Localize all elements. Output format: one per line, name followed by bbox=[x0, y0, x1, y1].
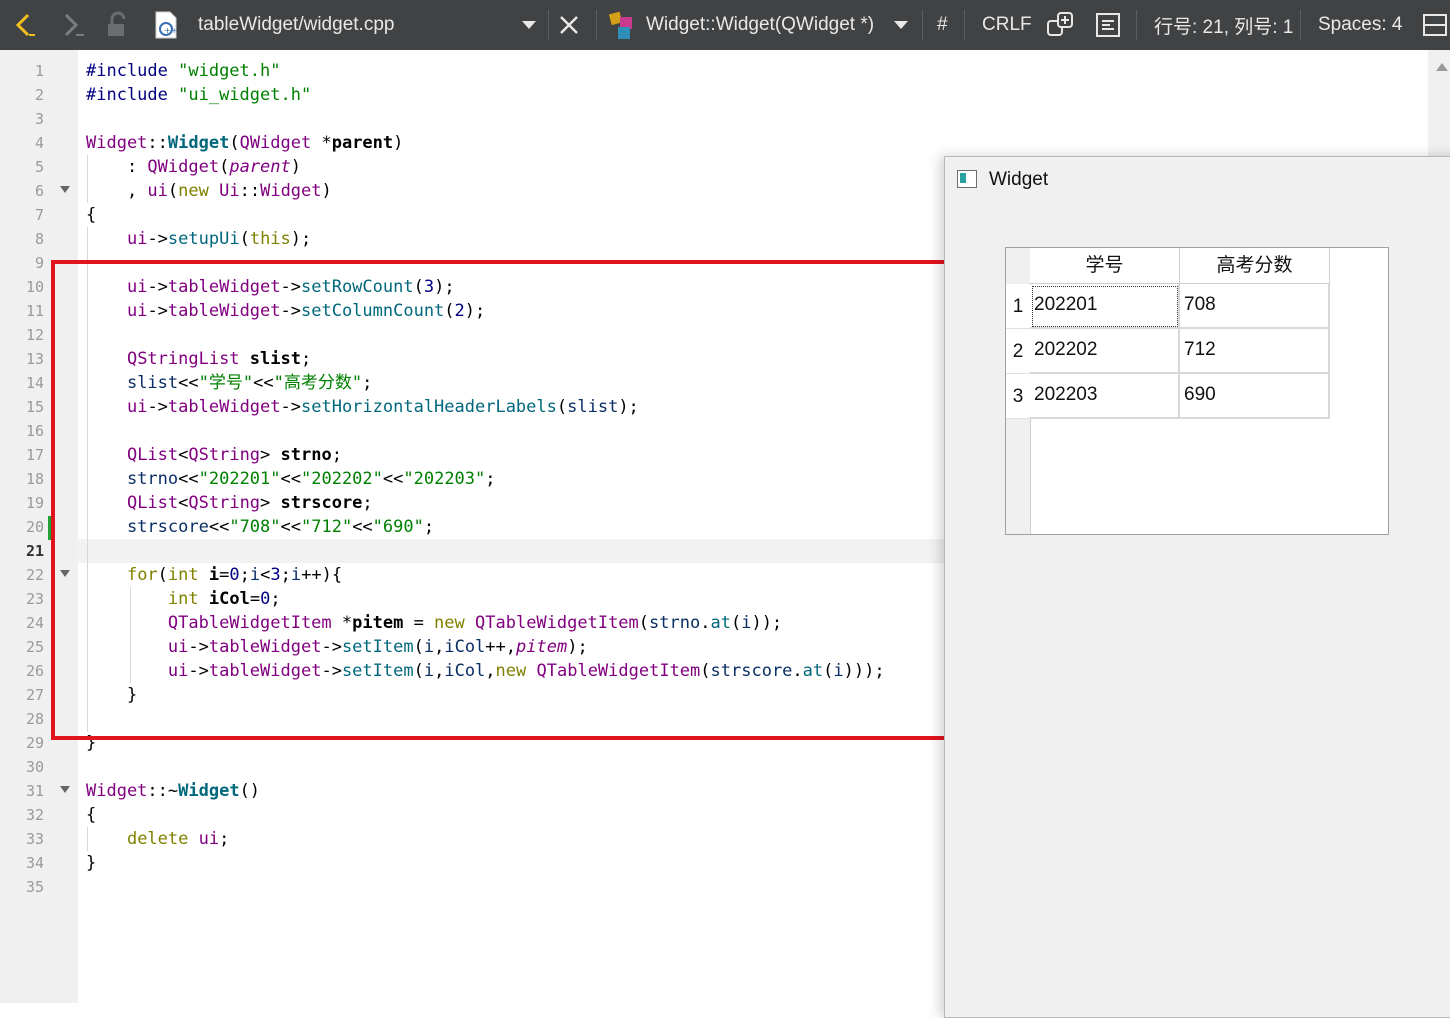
widget-window[interactable]: Widget 学号 高考分数 1 2 3 202201 708 202202 7… bbox=[944, 156, 1450, 1018]
fold-arrow-icon[interactable] bbox=[60, 186, 70, 193]
line-number: 18 bbox=[25, 470, 44, 488]
table-cell[interactable]: 202201 bbox=[1030, 284, 1180, 329]
line-number: 17 bbox=[25, 446, 44, 464]
line-number: 26 bbox=[25, 662, 44, 680]
table-cell[interactable]: 202202 bbox=[1030, 329, 1180, 374]
line-number: 22 bbox=[25, 566, 44, 584]
line-number: 3 bbox=[34, 110, 44, 128]
hash-indicator[interactable]: # bbox=[937, 0, 948, 50]
code-line-1: #include "widget.h" bbox=[86, 61, 281, 81]
row-header[interactable]: 2 bbox=[1006, 329, 1030, 374]
line-number: 14 bbox=[25, 374, 44, 392]
code-line-4: Widget::Widget(QWidget *parent) bbox=[86, 133, 404, 153]
encoding-icon[interactable] bbox=[1044, 0, 1080, 50]
line-number: 25 bbox=[25, 638, 44, 656]
code-line-34: } bbox=[86, 853, 97, 873]
line-number: 11 bbox=[25, 302, 44, 320]
file-dropdown-chevron-icon[interactable] bbox=[520, 0, 544, 50]
line-number: 7 bbox=[34, 206, 44, 224]
lock-icon[interactable] bbox=[104, 0, 134, 50]
svg-text:++: ++ bbox=[164, 26, 177, 35]
line-number: 32 bbox=[25, 806, 44, 824]
code-line-6: , ui(new Ui::Widget) bbox=[86, 181, 332, 201]
table-cell[interactable]: 690 bbox=[1180, 374, 1330, 419]
table-cell[interactable]: 708 bbox=[1180, 284, 1330, 329]
code-line-7: { bbox=[86, 205, 97, 225]
line-number: 9 bbox=[34, 254, 44, 272]
line-number: 31 bbox=[25, 782, 44, 800]
line-number: 23 bbox=[25, 590, 44, 608]
line-number: 19 bbox=[25, 494, 44, 512]
highlight-annotation-box bbox=[51, 260, 951, 740]
column-header-student-no[interactable]: 学号 bbox=[1030, 248, 1180, 284]
row-header-filler bbox=[1006, 419, 1031, 534]
cursor-position[interactable]: 行号: 21, 列号: 1 bbox=[1154, 0, 1293, 50]
window-title: Widget bbox=[989, 169, 1049, 190]
line-number: 1 bbox=[34, 62, 44, 80]
line-number: 35 bbox=[25, 878, 44, 896]
row-header[interactable]: 1 bbox=[1006, 284, 1030, 329]
code-line-31: Widget::~Widget() bbox=[86, 781, 261, 801]
current-symbol[interactable]: Widget::Widget(QWidget *) bbox=[646, 0, 874, 50]
column-header-score[interactable]: 高考分数 bbox=[1180, 248, 1330, 284]
editor-toolbar: ++ tableWidget/widget.cpp Widget::Widget… bbox=[0, 0, 1450, 50]
line-ending-selector[interactable]: CRLF bbox=[982, 0, 1032, 50]
window-app-icon bbox=[957, 170, 977, 188]
line-number: 2 bbox=[34, 86, 44, 104]
back-arrow-icon[interactable] bbox=[10, 0, 46, 50]
symbol-icon bbox=[606, 0, 642, 50]
cpp-file-icon: ++ bbox=[152, 0, 184, 50]
code-line-32: { bbox=[86, 805, 97, 825]
indent-setting[interactable]: Spaces: 4 bbox=[1318, 0, 1403, 50]
line-number: 16 bbox=[25, 422, 44, 440]
line-number: 12 bbox=[25, 326, 44, 344]
line-number: 5 bbox=[34, 158, 44, 176]
line-number: 30 bbox=[25, 758, 44, 776]
line-number: 27 bbox=[25, 686, 44, 704]
forward-arrow-icon[interactable] bbox=[58, 0, 94, 50]
line-number: 10 bbox=[25, 278, 44, 296]
line-number: 13 bbox=[25, 350, 44, 368]
line-number-current: 21 bbox=[25, 542, 44, 560]
line-number: 6 bbox=[34, 182, 44, 200]
outline-icon[interactable] bbox=[1094, 0, 1126, 50]
fold-arrow-icon[interactable] bbox=[60, 786, 70, 793]
table-widget[interactable]: 学号 高考分数 1 2 3 202201 708 202202 712 2022… bbox=[1005, 247, 1389, 535]
line-number: 24 bbox=[25, 614, 44, 632]
row-header[interactable]: 3 bbox=[1006, 374, 1030, 419]
split-view-icon[interactable] bbox=[1420, 0, 1450, 50]
line-number: 8 bbox=[34, 230, 44, 248]
line-number: 33 bbox=[25, 830, 44, 848]
code-line-2: #include "ui_widget.h" bbox=[86, 85, 312, 105]
table-corner-button[interactable] bbox=[1006, 248, 1031, 285]
line-number: 28 bbox=[25, 710, 44, 728]
line-number: 34 bbox=[25, 854, 44, 872]
code-line-33: delete ui; bbox=[126, 829, 230, 849]
line-number: 4 bbox=[34, 134, 44, 152]
symbol-dropdown-chevron-icon[interactable] bbox=[892, 0, 916, 50]
line-number: 20 bbox=[25, 518, 44, 536]
table-cell[interactable]: 202203 bbox=[1030, 374, 1180, 419]
window-title-bar[interactable]: Widget bbox=[945, 157, 1450, 203]
close-document-icon[interactable] bbox=[558, 0, 586, 50]
code-line-8: ui->setupUi(this); bbox=[126, 229, 312, 249]
line-number: 15 bbox=[25, 398, 44, 416]
scroll-up-arrow-icon[interactable] bbox=[1436, 63, 1448, 71]
open-file-name[interactable]: tableWidget/widget.cpp bbox=[198, 0, 394, 50]
code-line-5: : QWidget(parent) bbox=[86, 157, 301, 177]
table-cell[interactable]: 712 bbox=[1180, 329, 1330, 374]
line-number: 29 bbox=[25, 734, 44, 752]
